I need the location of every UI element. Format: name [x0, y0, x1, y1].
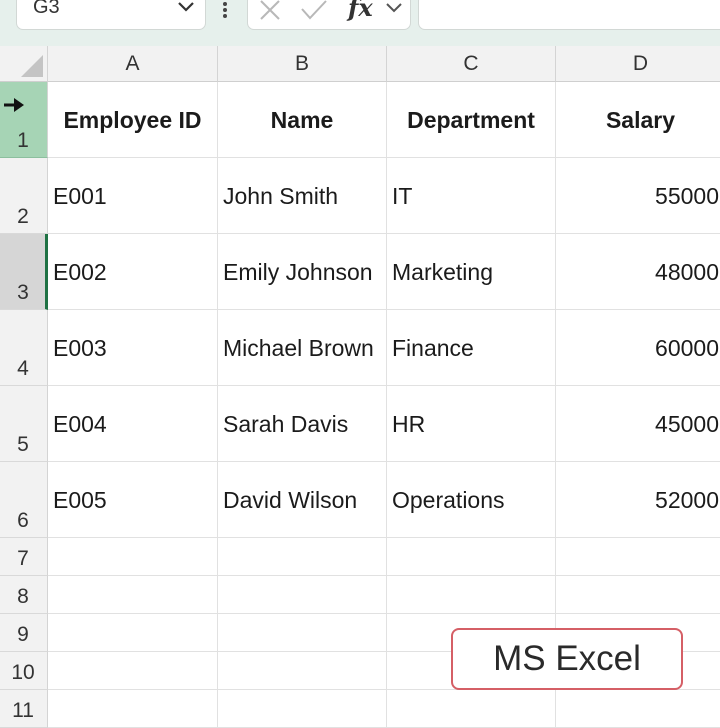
cell-a11[interactable] [48, 690, 218, 728]
row-header-2[interactable]: 2 [0, 158, 48, 234]
cell-d6[interactable]: 52000 [556, 462, 720, 538]
cell-c2[interactable]: IT [387, 158, 556, 234]
row-number: 8 [17, 585, 29, 608]
row-header-10[interactable]: 10 [0, 652, 48, 690]
cell-c4[interactable]: Finance [387, 310, 556, 386]
cell-b1[interactable]: Name [218, 82, 387, 158]
cell-c3[interactable]: Marketing [387, 234, 556, 310]
cell-b11[interactable] [218, 690, 387, 728]
cell-a3[interactable]: E002 [48, 234, 218, 310]
x-icon[interactable] [258, 0, 282, 21]
formula-bar: G3 fx [0, 0, 720, 46]
cell-a4[interactable]: E003 [48, 310, 218, 386]
cell-a10[interactable] [48, 652, 218, 690]
formula-input[interactable] [418, 0, 720, 30]
row-number: 5 [17, 433, 29, 456]
cell-b3[interactable]: Emily Johnson [218, 234, 387, 310]
cell-a9[interactable] [48, 614, 218, 652]
row-number: 3 [17, 281, 29, 304]
cell-d1[interactable]: Salary [556, 82, 720, 158]
worksheet-grid: A B C D 1 2 3 4 5 6 7 8 9 10 11 Employee… [0, 46, 720, 728]
cell-c7[interactable] [387, 538, 556, 576]
cell-b2[interactable]: John Smith [218, 158, 387, 234]
cell-d2[interactable]: 55000 [556, 158, 720, 234]
row-header-8[interactable]: 8 [0, 576, 48, 614]
row-number: 4 [17, 357, 29, 380]
ms-excel-label: MS Excel [451, 628, 683, 690]
cell-b10[interactable] [218, 652, 387, 690]
row-header-11[interactable]: 11 [0, 690, 48, 728]
name-box-value: G3 [33, 0, 60, 18]
vertical-dots-icon[interactable] [219, 0, 231, 22]
cell-b7[interactable] [218, 538, 387, 576]
column-header-a[interactable]: A [48, 46, 218, 82]
cell-a1[interactable]: Employee ID [48, 82, 218, 158]
row-number: 7 [17, 547, 29, 570]
row-header-3[interactable]: 3 [0, 234, 48, 310]
select-all-button[interactable] [0, 46, 48, 82]
cell-d5[interactable]: 45000 [556, 386, 720, 462]
cell-c6[interactable]: Operations [387, 462, 556, 538]
fx-icon[interactable]: fx [348, 0, 373, 22]
cell-d4[interactable]: 60000 [556, 310, 720, 386]
cell-b4[interactable]: Michael Brown [218, 310, 387, 386]
row-number: 10 [11, 661, 35, 684]
row-number: 6 [17, 509, 29, 532]
cell-c8[interactable] [387, 576, 556, 614]
cell-b8[interactable] [218, 576, 387, 614]
row-number: 2 [17, 205, 29, 228]
cell-a8[interactable] [48, 576, 218, 614]
cell-d8[interactable] [556, 576, 720, 614]
cell-d11[interactable] [556, 690, 720, 728]
cell-b5[interactable]: Sarah Davis [218, 386, 387, 462]
cell-c1[interactable]: Department [387, 82, 556, 158]
column-header-b[interactable]: B [218, 46, 387, 82]
row-header-7[interactable]: 7 [0, 538, 48, 576]
cell-a5[interactable]: E004 [48, 386, 218, 462]
row-number: 1 [17, 129, 29, 152]
corner-triangle-icon [21, 55, 43, 77]
cell-a7[interactable] [48, 538, 218, 576]
cell-b6[interactable]: David Wilson [218, 462, 387, 538]
row-number: 9 [17, 623, 29, 646]
cell-d3[interactable]: 48000 [556, 234, 720, 310]
row-header-9[interactable]: 9 [0, 614, 48, 652]
row-header-1[interactable]: 1 [0, 82, 48, 158]
chevron-down-icon[interactable] [384, 0, 404, 17]
arrow-right-icon [4, 98, 24, 112]
cell-a6[interactable]: E005 [48, 462, 218, 538]
name-box[interactable]: G3 [16, 0, 206, 30]
chevron-down-icon[interactable] [175, 0, 197, 17]
cell-c5[interactable]: HR [387, 386, 556, 462]
formula-buttons: fx [247, 0, 411, 30]
row-header-4[interactable]: 4 [0, 310, 48, 386]
cell-a2[interactable]: E001 [48, 158, 218, 234]
row-number: 11 [12, 699, 34, 722]
row-header-6[interactable]: 6 [0, 462, 48, 538]
check-icon[interactable] [300, 0, 328, 21]
cell-c11[interactable] [387, 690, 556, 728]
cell-b9[interactable] [218, 614, 387, 652]
column-header-d[interactable]: D [556, 46, 720, 82]
column-header-c[interactable]: C [387, 46, 556, 82]
row-header-5[interactable]: 5 [0, 386, 48, 462]
cell-d7[interactable] [556, 538, 720, 576]
